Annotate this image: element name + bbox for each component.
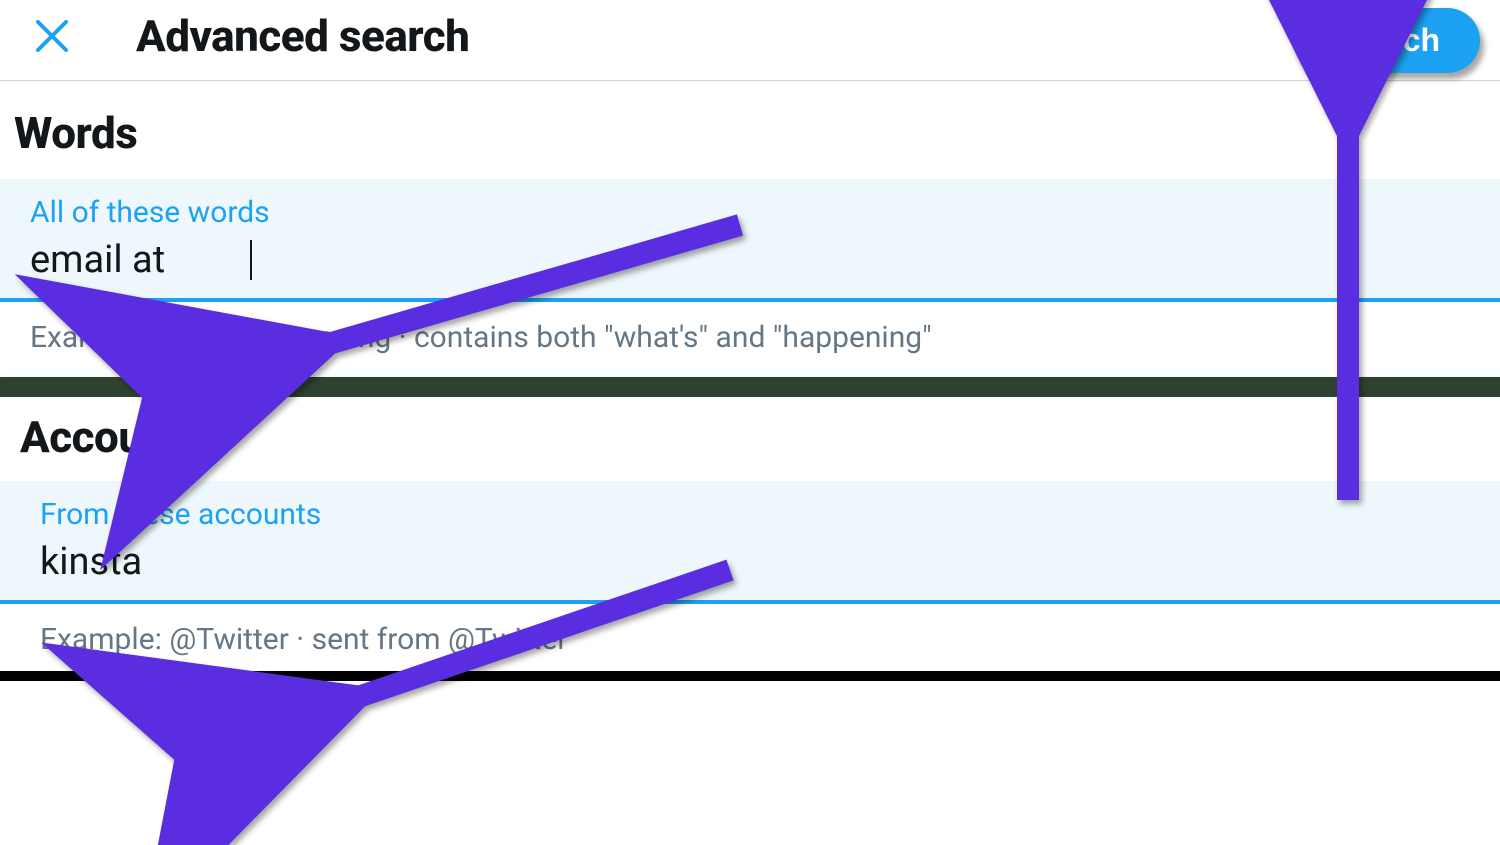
from-accounts-example: Example: @Twitter · sent from @Twitter [0, 604, 1500, 671]
all-words-field-block[interactable]: All of these words [0, 179, 1500, 302]
search-button[interactable]: Search [1293, 8, 1480, 73]
from-accounts-label: From these accounts [40, 497, 1484, 532]
section-accounts: Accounts From these accounts Example: @T… [0, 397, 1500, 671]
all-words-input[interactable] [30, 236, 256, 288]
words-heading: Words [0, 81, 1500, 179]
section-divider [0, 377, 1500, 397]
close-icon[interactable] [28, 12, 76, 60]
bottom-border [0, 671, 1500, 681]
all-words-label: All of these words [30, 195, 1484, 230]
all-words-example: Example: what's happening · contains bot… [0, 302, 1500, 377]
section-words: Words All of these words Example: what's… [0, 81, 1500, 377]
accounts-heading: Accounts [0, 397, 1500, 481]
text-caret [250, 240, 252, 280]
from-accounts-field-block[interactable]: From these accounts [0, 481, 1500, 604]
from-accounts-input[interactable] [40, 538, 1484, 590]
page-title: Advanced search [136, 10, 469, 62]
modal-header: Advanced search Search [0, 0, 1500, 81]
